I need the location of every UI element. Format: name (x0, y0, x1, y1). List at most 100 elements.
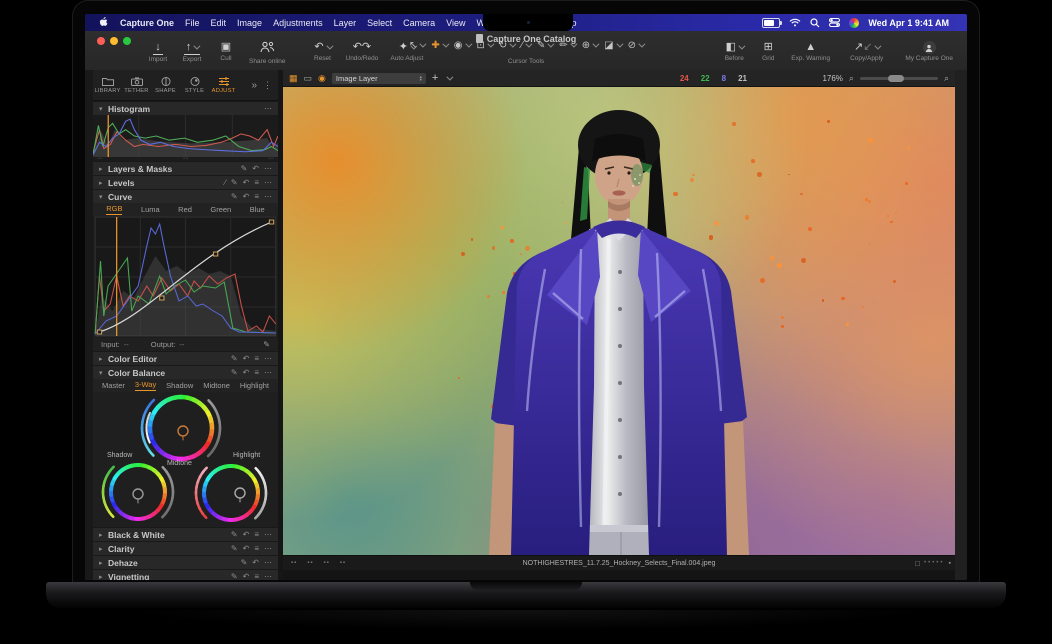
cb-tab-3way[interactable]: 3-Way (135, 380, 156, 391)
brush-icon[interactable]: ✎ (231, 530, 238, 539)
heal-tool[interactable]: ⊕ (582, 40, 597, 51)
zoom-slider-thumb[interactable] (888, 75, 904, 82)
more-dots-icon[interactable]: ⋯ (264, 544, 272, 553)
more-dots-icon[interactable]: ⋯ (264, 354, 272, 363)
preset-menu-icon[interactable]: ≡ (254, 354, 259, 363)
cb-tab-master[interactable]: Master (102, 381, 125, 390)
undo-arrow-icon[interactable]: ↶ (243, 544, 250, 553)
wifi-icon[interactable] (789, 18, 801, 27)
tab-shape[interactable]: SHAPE (151, 77, 180, 94)
disclosure-closed-icon[interactable]: ▸ (99, 179, 108, 187)
disclosure-closed-icon[interactable]: ▸ (99, 573, 108, 581)
reset-button[interactable]: ↶Reset (312, 41, 334, 62)
undo-arrow-icon[interactable]: ↶ (243, 192, 250, 201)
panel-header-levels[interactable]: ▸Levels∕✎↶≡⋯ (93, 176, 278, 189)
cb-tab-midtone[interactable]: Midtone (203, 381, 230, 390)
color-swirl-icon[interactable] (849, 18, 859, 28)
menu-file[interactable]: File (185, 18, 200, 28)
layer-select-dropdown[interactable]: Image Layer ▴▾ (332, 73, 426, 84)
zoom-out-icon[interactable]: ⌕ (849, 73, 854, 84)
curve-picker-icon[interactable]: ✎ (263, 340, 270, 349)
export-button[interactable]: ↑Export (181, 41, 203, 63)
undo-arrow-icon[interactable]: ↶ (243, 530, 250, 539)
more-dots-icon[interactable]: ⋯ (264, 192, 272, 201)
add-layer-button[interactable]: + (432, 72, 438, 84)
preset-menu-icon[interactable]: ≡ (254, 544, 259, 553)
proof-grid-icon[interactable]: ▦ (289, 73, 298, 84)
spot-removal-tool[interactable]: ✏ (559, 40, 574, 51)
more-dots-icon[interactable]: ⋯ (264, 164, 272, 173)
cull-button[interactable]: ▣Cull (215, 41, 237, 62)
undo-arrow-icon[interactable]: ↶ (243, 178, 250, 187)
preset-menu-icon[interactable]: ≡ (254, 368, 259, 377)
undo-arrow-icon[interactable]: ↶ (243, 354, 250, 363)
panel-header-color-editor[interactable]: ▸Color Editor✎↶≡⋯ (93, 352, 278, 365)
brush-icon[interactable]: ✎ (241, 164, 248, 173)
more-dots-icon[interactable]: ⋯ (264, 368, 272, 377)
expand-panels-icon[interactable]: » (251, 80, 257, 91)
tab-tether[interactable]: TETHER (122, 77, 151, 94)
draw-mask-tool[interactable]: ◪ (604, 40, 620, 51)
loupe-tool[interactable]: ◉ (454, 40, 470, 51)
panel-header-curve[interactable]: ▾Curve✎↶≡⋯ (93, 190, 278, 203)
grid-button[interactable]: ⊞Grid (757, 41, 779, 62)
eyedropper-tool[interactable]: ✎ (537, 40, 552, 51)
brush-icon[interactable]: ✎ (241, 558, 248, 567)
more-dots-icon[interactable]: ⋯ (264, 178, 272, 187)
share-online-button[interactable]: Share online (249, 41, 286, 65)
search-icon[interactable] (810, 18, 820, 28)
preset-menu-icon[interactable]: ≡ (254, 530, 259, 539)
rotate-tool[interactable]: ↻ (499, 40, 514, 51)
cb-tab-shadow[interactable]: Shadow (166, 381, 193, 390)
menu-layer[interactable]: Layer (334, 18, 357, 28)
disclosure-closed-icon[interactable]: ▸ (99, 545, 108, 553)
panel-header-histogram[interactable]: ▾Histogram⋯ (93, 102, 278, 115)
menubar-app-name[interactable]: Capture One (120, 18, 174, 28)
preset-menu-icon[interactable]: ≡ (254, 192, 259, 201)
panel-header-dehaze[interactable]: ▸Dehaze✎↶⋯ (93, 556, 278, 569)
tab-library[interactable]: LIBRARY (93, 77, 122, 94)
curve-tab-green[interactable]: Green (210, 205, 231, 214)
image-viewer[interactable] (283, 87, 955, 555)
menu-image[interactable]: Image (237, 18, 262, 28)
mask-visibility-icon[interactable]: ◉ (318, 73, 326, 84)
erase-mask-tool[interactable]: ⊘ (628, 40, 643, 51)
pan-hand-tool[interactable]: ✚ (431, 40, 446, 51)
undo-redo-button[interactable]: ↶↷Undo/Redo (346, 41, 379, 62)
more-dots-icon[interactable]: ⋯ (264, 104, 272, 113)
zoom-in-icon[interactable]: ⌕ (944, 73, 949, 84)
straighten-tool[interactable]: ⁄ (521, 40, 530, 51)
menu-camera[interactable]: Camera (403, 18, 435, 28)
disclosure-closed-icon[interactable]: ▸ (99, 355, 108, 363)
viewer-rect-icon[interactable]: ▭ (304, 73, 313, 84)
pen-icon[interactable]: ∕ (225, 178, 226, 187)
zoom-level[interactable]: 176% (822, 74, 842, 83)
more-dots-icon[interactable]: ⋯ (264, 558, 272, 567)
undo-arrow-icon[interactable]: ↶ (252, 558, 259, 567)
disclosure-closed-icon[interactable]: ▸ (99, 165, 108, 173)
brush-icon[interactable]: ✎ (231, 544, 238, 553)
more-dots-icon[interactable]: ⋯ (264, 530, 272, 539)
control-center-icon[interactable] (829, 18, 840, 27)
copy-apply-button[interactable]: ↗↙Copy/Apply (850, 41, 883, 62)
undo-arrow-icon[interactable]: ↶ (252, 164, 259, 173)
brush-icon[interactable]: ✎ (231, 572, 238, 580)
apple-menu-icon[interactable] (99, 17, 108, 28)
panel-header-clarity[interactable]: ▸Clarity✎↶≡⋯ (93, 542, 278, 555)
import-button[interactable]: ↓Import (147, 41, 169, 63)
tab-style[interactable]: STYLE (180, 77, 209, 94)
panel-header-black-white[interactable]: ▸Black & White✎↶≡⋯ (93, 528, 278, 541)
crop-tool[interactable]: ⊡ (477, 40, 492, 51)
my-capture-one-button[interactable]: My Capture One (905, 41, 953, 62)
preset-menu-icon[interactable]: ≡ (254, 572, 259, 580)
undo-arrow-icon[interactable]: ↶ (243, 572, 250, 580)
curve-tab-rgb[interactable]: RGB (106, 204, 122, 215)
undo-arrow-icon[interactable]: ↶ (243, 368, 250, 377)
disclosure-closed-icon[interactable]: ▸ (99, 559, 108, 567)
curve-tab-red[interactable]: Red (178, 205, 192, 214)
disclosure-open-icon[interactable]: ▾ (99, 193, 108, 201)
disclosure-open-icon[interactable]: ▾ (99, 105, 108, 113)
panel-header-layers-masks[interactable]: ▸Layers & Masks✎↶⋯ (93, 162, 278, 175)
menu-select[interactable]: Select (367, 18, 392, 28)
exposure-warning-button[interactable]: ▲Exp. Warning (791, 41, 830, 62)
